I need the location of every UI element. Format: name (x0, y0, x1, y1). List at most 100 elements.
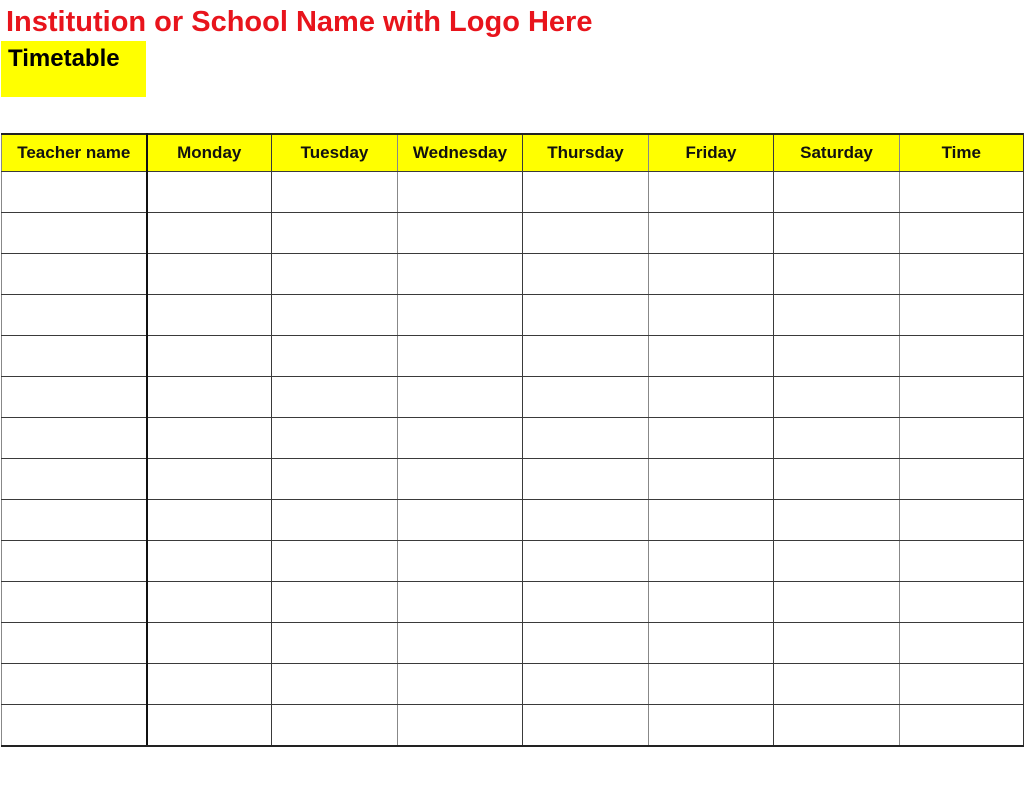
cell-teacher-name[interactable] (1, 212, 148, 254)
cell-tuesday[interactable] (271, 663, 398, 705)
cell-thursday[interactable] (522, 335, 649, 377)
cell-saturday[interactable] (773, 499, 900, 541)
cell-wednesday[interactable] (397, 581, 523, 623)
cell-time[interactable] (899, 376, 1024, 418)
cell-teacher-name[interactable] (1, 417, 148, 459)
cell-wednesday[interactable] (397, 171, 523, 213)
cell-wednesday[interactable] (397, 540, 523, 582)
cell-thursday[interactable] (522, 417, 649, 459)
cell-tuesday[interactable] (271, 499, 398, 541)
cell-time[interactable] (899, 540, 1024, 582)
cell-thursday[interactable] (522, 704, 649, 747)
cell-monday[interactable] (146, 663, 272, 705)
cell-tuesday[interactable] (271, 540, 398, 582)
cell-thursday[interactable] (522, 499, 649, 541)
cell-tuesday[interactable] (271, 376, 398, 418)
cell-friday[interactable] (648, 663, 774, 705)
cell-saturday[interactable] (773, 171, 900, 213)
cell-time[interactable] (899, 704, 1024, 747)
cell-wednesday[interactable] (397, 212, 523, 254)
cell-wednesday[interactable] (397, 458, 523, 500)
cell-thursday[interactable] (522, 253, 649, 295)
cell-saturday[interactable] (773, 622, 900, 664)
cell-tuesday[interactable] (271, 171, 398, 213)
cell-teacher-name[interactable] (1, 540, 148, 582)
cell-wednesday[interactable] (397, 253, 523, 295)
cell-saturday[interactable] (773, 294, 900, 336)
cell-teacher-name[interactable] (1, 294, 148, 336)
cell-wednesday[interactable] (397, 294, 523, 336)
cell-monday[interactable] (146, 376, 272, 418)
cell-time[interactable] (899, 171, 1024, 213)
cell-monday[interactable] (146, 581, 272, 623)
cell-monday[interactable] (146, 294, 272, 336)
cell-tuesday[interactable] (271, 253, 398, 295)
cell-teacher-name[interactable] (1, 581, 148, 623)
cell-thursday[interactable] (522, 376, 649, 418)
cell-saturday[interactable] (773, 581, 900, 623)
cell-thursday[interactable] (522, 294, 649, 336)
cell-time[interactable] (899, 417, 1024, 459)
cell-tuesday[interactable] (271, 212, 398, 254)
cell-friday[interactable] (648, 253, 774, 295)
cell-teacher-name[interactable] (1, 253, 148, 295)
cell-monday[interactable] (146, 499, 272, 541)
cell-teacher-name[interactable] (1, 376, 148, 418)
cell-wednesday[interactable] (397, 622, 523, 664)
cell-tuesday[interactable] (271, 581, 398, 623)
cell-monday[interactable] (146, 417, 272, 459)
cell-saturday[interactable] (773, 212, 900, 254)
cell-thursday[interactable] (522, 171, 649, 213)
cell-monday[interactable] (146, 704, 272, 747)
cell-saturday[interactable] (773, 663, 900, 705)
cell-monday[interactable] (146, 540, 272, 582)
cell-teacher-name[interactable] (1, 499, 148, 541)
cell-tuesday[interactable] (271, 335, 398, 377)
cell-friday[interactable] (648, 417, 774, 459)
cell-wednesday[interactable] (397, 335, 523, 377)
cell-time[interactable] (899, 458, 1024, 500)
cell-time[interactable] (899, 499, 1024, 541)
cell-tuesday[interactable] (271, 417, 398, 459)
cell-teacher-name[interactable] (1, 663, 148, 705)
cell-teacher-name[interactable] (1, 458, 148, 500)
cell-thursday[interactable] (522, 663, 649, 705)
cell-saturday[interactable] (773, 335, 900, 377)
cell-saturday[interactable] (773, 253, 900, 295)
cell-friday[interactable] (648, 294, 774, 336)
cell-time[interactable] (899, 622, 1024, 664)
cell-friday[interactable] (648, 458, 774, 500)
cell-time[interactable] (899, 335, 1024, 377)
cell-friday[interactable] (648, 171, 774, 213)
cell-saturday[interactable] (773, 540, 900, 582)
cell-thursday[interactable] (522, 540, 649, 582)
cell-teacher-name[interactable] (1, 622, 148, 664)
cell-monday[interactable] (146, 622, 272, 664)
cell-tuesday[interactable] (271, 704, 398, 747)
cell-teacher-name[interactable] (1, 704, 148, 747)
cell-saturday[interactable] (773, 458, 900, 500)
cell-thursday[interactable] (522, 212, 649, 254)
cell-time[interactable] (899, 212, 1024, 254)
cell-friday[interactable] (648, 212, 774, 254)
cell-saturday[interactable] (773, 704, 900, 747)
cell-teacher-name[interactable] (1, 171, 148, 213)
cell-saturday[interactable] (773, 417, 900, 459)
cell-thursday[interactable] (522, 622, 649, 664)
cell-time[interactable] (899, 581, 1024, 623)
cell-teacher-name[interactable] (1, 335, 148, 377)
cell-tuesday[interactable] (271, 294, 398, 336)
cell-monday[interactable] (146, 253, 272, 295)
cell-wednesday[interactable] (397, 499, 523, 541)
cell-monday[interactable] (146, 171, 272, 213)
cell-wednesday[interactable] (397, 376, 523, 418)
cell-saturday[interactable] (773, 376, 900, 418)
cell-monday[interactable] (146, 212, 272, 254)
cell-friday[interactable] (648, 622, 774, 664)
cell-friday[interactable] (648, 335, 774, 377)
cell-wednesday[interactable] (397, 663, 523, 705)
cell-thursday[interactable] (522, 458, 649, 500)
cell-friday[interactable] (648, 704, 774, 747)
cell-tuesday[interactable] (271, 622, 398, 664)
cell-friday[interactable] (648, 499, 774, 541)
